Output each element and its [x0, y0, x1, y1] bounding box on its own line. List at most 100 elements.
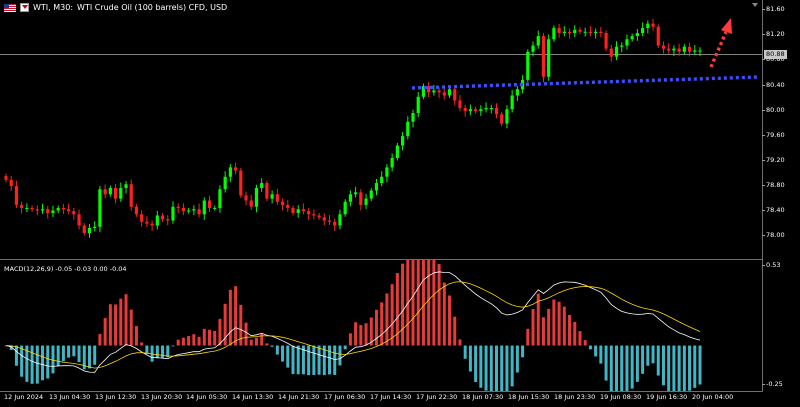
price-candle	[228, 164, 232, 183]
price-candle	[192, 205, 196, 216]
macd-histogram-bar	[573, 321, 577, 346]
price-candle	[51, 205, 55, 217]
price-chart[interactable]	[0, 0, 762, 260]
macd-histogram-bar	[348, 333, 352, 346]
time-label: 14 Jun 05:30	[186, 393, 228, 401]
macd-histogram-bar	[35, 345, 39, 384]
price-candle	[635, 29, 639, 41]
macd-histogram-bar	[208, 329, 212, 346]
macd-histogram-bar	[646, 345, 650, 366]
price-candle	[61, 204, 65, 214]
time-label: 17 Jun 22:30	[416, 393, 458, 401]
macd-histogram-bar	[688, 345, 692, 391]
price-label: 80.40	[762, 81, 785, 89]
macd-histogram-bar	[672, 345, 676, 391]
macd-histogram-bar	[463, 345, 467, 359]
macd-histogram-bar	[275, 345, 279, 355]
price-candle	[218, 185, 222, 213]
price-candle	[562, 26, 566, 37]
price-label: 78.80	[762, 181, 785, 189]
macd-histogram-bar	[176, 339, 180, 346]
price-candle	[233, 162, 238, 175]
macd-histogram-bar	[166, 345, 170, 358]
price-candle	[171, 201, 175, 224]
price-candle	[651, 18, 655, 31]
time-axis-separator	[0, 391, 762, 392]
trading-chart-window: WTI, M30: WTI Crude Oil (100 barrels) CF…	[0, 0, 800, 407]
macd-histogram-bar	[531, 309, 535, 346]
macd-histogram-bar	[651, 345, 655, 364]
time-label: 19 Jun 16:30	[646, 393, 688, 401]
price-candle	[333, 218, 337, 231]
price-candle	[406, 116, 410, 140]
macd-histogram-bar	[281, 345, 285, 362]
price-candle	[166, 215, 170, 226]
price-candle	[380, 171, 384, 187]
macd-histogram-bar	[213, 330, 217, 346]
price-candle	[620, 42, 624, 53]
macd-histogram-bar	[474, 345, 478, 382]
time-label: 19 Jun 08:30	[600, 393, 642, 401]
price-candle	[14, 180, 19, 209]
price-label: 80.00	[762, 106, 785, 114]
macd-histogram-bar	[77, 345, 81, 363]
price-candle	[614, 41, 619, 60]
macd-histogram-bar	[374, 309, 378, 346]
macd-histogram-bar	[489, 345, 493, 391]
macd-histogram-bar	[411, 260, 415, 346]
price-candle	[484, 102, 488, 113]
macd-histogram-bar	[661, 345, 665, 386]
macd-histogram-bar	[448, 295, 452, 346]
price-candle	[630, 33, 634, 42]
macd-histogram-bar	[588, 345, 592, 350]
price-candle	[176, 203, 180, 214]
time-label: 20 Jun 04:00	[692, 393, 734, 401]
price-candle	[307, 207, 311, 220]
price-candle	[510, 90, 514, 113]
time-label: 14 Jun 13:30	[232, 393, 274, 401]
price-candle	[140, 210, 144, 227]
macd-histogram-bar	[286, 345, 290, 368]
macd-histogram-bar	[46, 345, 50, 379]
price-candle	[93, 221, 97, 232]
price-candle	[494, 103, 499, 119]
macd-histogram-bar	[312, 345, 316, 376]
price-candle	[442, 87, 446, 100]
macd-histogram-bar	[108, 304, 112, 346]
macd-histogram-bar	[568, 314, 572, 346]
macd-histogram-bar	[541, 317, 545, 346]
price-candle	[515, 86, 519, 101]
price-candle	[411, 109, 415, 128]
macd-histogram-bar	[244, 322, 248, 346]
price-candle	[197, 203, 201, 218]
macd-histogram-bar	[390, 284, 394, 346]
macd-histogram-bar	[87, 345, 91, 369]
price-label: 78.00	[762, 231, 785, 239]
macd-histogram-bar	[93, 345, 97, 365]
macd-histogram-bar	[333, 345, 337, 375]
macd-histogram-bar	[594, 345, 598, 357]
price-candle	[275, 188, 279, 205]
price-candle	[286, 200, 290, 212]
macd-histogram-bar	[442, 282, 446, 346]
price-candle	[541, 32, 546, 83]
price-candle	[364, 193, 368, 209]
price-candle	[458, 95, 462, 112]
macd-histogram-bar	[526, 328, 530, 346]
price-candle	[468, 104, 473, 116]
price-candle	[641, 22, 645, 37]
price-candle	[693, 45, 697, 55]
macd-pane[interactable]	[0, 260, 762, 391]
price-candle	[667, 43, 671, 54]
macd-histogram-bar	[515, 345, 519, 373]
price-candle	[98, 186, 102, 233]
time-label: 17 Jun 06:30	[324, 393, 366, 401]
price-candle	[129, 179, 133, 211]
price-candle	[395, 143, 399, 161]
price-candle	[67, 203, 71, 215]
price-candle	[296, 205, 300, 218]
price-candle	[187, 208, 191, 214]
macd-histogram-bar	[604, 345, 608, 381]
price-candle	[547, 34, 551, 81]
time-label: 18 Jun 15:30	[508, 393, 550, 401]
